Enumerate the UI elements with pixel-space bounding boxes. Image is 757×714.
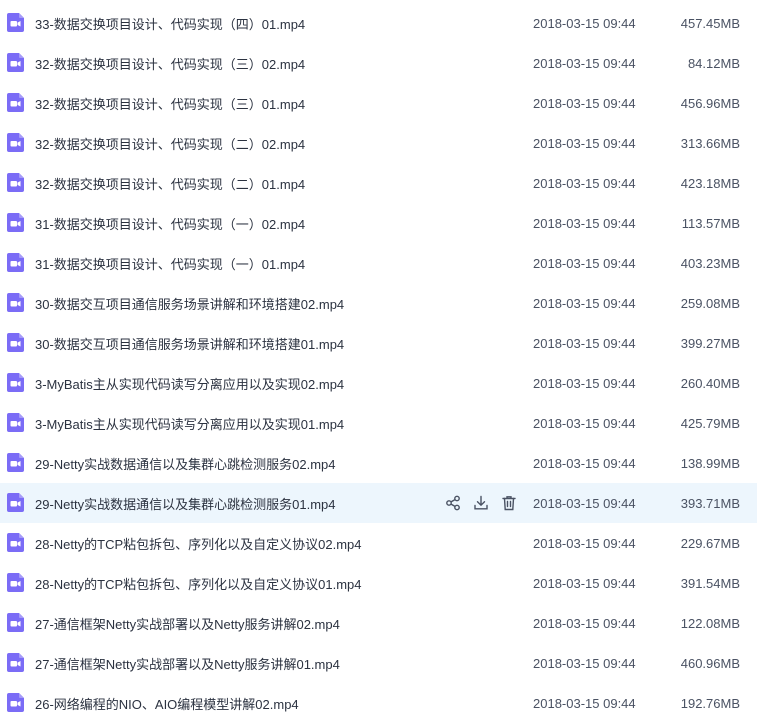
- file-row[interactable]: 28-Netty的TCP粘包拆包、序列化以及自定义协议01.mp4 2018-03…: [0, 563, 757, 603]
- video-file-icon: [7, 693, 24, 712]
- file-date: 2018-03-15 09:44: [533, 535, 636, 551]
- file-size: 259.08MB: [680, 295, 740, 311]
- file-date: 2018-03-15 09:44: [533, 615, 636, 631]
- file-name[interactable]: 31-数据交换项目设计、代码实现（一）01.mp4: [35, 254, 305, 273]
- file-list: 33-数据交换项目设计、代码实现（四）01.mp4 2018-03-15 09:4…: [0, 0, 757, 714]
- file-row[interactable]: 28-Netty的TCP粘包拆包、序列化以及自定义协议02.mp4 2018-03…: [0, 523, 757, 563]
- trash-icon: [500, 494, 518, 512]
- file-name[interactable]: 31-数据交换项目设计、代码实现（一）02.mp4: [35, 214, 305, 233]
- file-date: 2018-03-15 09:44: [533, 335, 636, 351]
- file-size: 423.18MB: [680, 175, 740, 191]
- file-name[interactable]: 3-MyBatis主从实现代码读写分离应用以及实现01.mp4: [35, 414, 344, 433]
- file-row[interactable]: 31-数据交换项目设计、代码实现（一）02.mp4 2018-03-15 09:4…: [0, 203, 757, 243]
- file-size: 425.79MB: [680, 415, 740, 431]
- video-file-icon: [7, 613, 24, 632]
- file-row[interactable]: 27-通信框架Netty实战部署以及Netty服务讲解02.mp4 2018-03…: [0, 603, 757, 643]
- file-size: 122.08MB: [680, 615, 740, 631]
- file-name[interactable]: 27-通信框架Netty实战部署以及Netty服务讲解01.mp4: [35, 654, 340, 673]
- video-file-icon: [7, 173, 24, 192]
- file-date: 2018-03-15 09:44: [533, 215, 636, 231]
- file-name[interactable]: 29-Netty实战数据通信以及集群心跳检测服务01.mp4: [35, 494, 336, 513]
- file-row[interactable]: 29-Netty实战数据通信以及集群心跳检测服务01.mp4 2018-03-15…: [0, 483, 757, 523]
- file-name[interactable]: 3-MyBatis主从实现代码读写分离应用以及实现02.mp4: [35, 374, 344, 393]
- file-size: 457.45MB: [680, 15, 740, 31]
- video-file-icon: [7, 293, 24, 312]
- file-row[interactable]: 32-数据交换项目设计、代码实现（三）02.mp4 2018-03-15 09:4…: [0, 43, 757, 83]
- file-size: 456.96MB: [680, 95, 740, 111]
- file-date: 2018-03-15 09:44: [533, 15, 636, 31]
- file-date: 2018-03-15 09:44: [533, 695, 636, 711]
- download-button[interactable]: [472, 494, 490, 512]
- video-file-icon: [7, 213, 24, 232]
- file-name[interactable]: 32-数据交换项目设计、代码实现（二）01.mp4: [35, 174, 305, 193]
- file-name[interactable]: 26-网络编程的NIO、AIO编程模型讲解02.mp4: [35, 694, 299, 713]
- file-name[interactable]: 29-Netty实战数据通信以及集群心跳检测服务02.mp4: [35, 454, 336, 473]
- video-file-icon: [7, 253, 24, 272]
- file-name[interactable]: 32-数据交换项目设计、代码实现（三）01.mp4: [35, 94, 305, 113]
- file-size: 138.99MB: [680, 455, 740, 471]
- file-date: 2018-03-15 09:44: [533, 295, 636, 311]
- file-row[interactable]: 33-数据交换项目设计、代码实现（四）01.mp4 2018-03-15 09:4…: [0, 3, 757, 43]
- file-date: 2018-03-15 09:44: [533, 455, 636, 471]
- file-name[interactable]: 33-数据交换项目设计、代码实现（四）01.mp4: [35, 14, 305, 33]
- file-size: 113.57MB: [681, 215, 740, 231]
- video-file-icon: [7, 453, 24, 472]
- file-size: 84.12MB: [687, 55, 740, 71]
- video-file-icon: [7, 93, 24, 112]
- file-row[interactable]: 31-数据交换项目设计、代码实现（一）01.mp4 2018-03-15 09:4…: [0, 243, 757, 283]
- file-size: 192.76MB: [680, 695, 740, 711]
- trash-button[interactable]: [500, 494, 518, 512]
- file-name[interactable]: 30-数据交互项目通信服务场景讲解和环境搭建01.mp4: [35, 334, 344, 353]
- file-date: 2018-03-15 09:44: [533, 375, 636, 391]
- video-file-icon: [7, 133, 24, 152]
- file-row[interactable]: 29-Netty实战数据通信以及集群心跳检测服务02.mp4 2018-03-15…: [0, 443, 757, 483]
- file-row[interactable]: 32-数据交换项目设计、代码实现（三）01.mp4 2018-03-15 09:4…: [0, 83, 757, 123]
- video-file-icon: [7, 413, 24, 432]
- file-size: 399.27MB: [680, 335, 740, 351]
- file-size: 393.71MB: [680, 495, 740, 511]
- share-icon: [444, 494, 462, 512]
- file-row[interactable]: 32-数据交换项目设计、代码实现（二）02.mp4 2018-03-15 09:4…: [0, 123, 757, 163]
- video-file-icon: [7, 13, 24, 32]
- video-file-icon: [7, 53, 24, 72]
- file-date: 2018-03-15 09:44: [533, 135, 636, 151]
- file-name[interactable]: 28-Netty的TCP粘包拆包、序列化以及自定义协议01.mp4: [35, 574, 362, 593]
- file-date: 2018-03-15 09:44: [533, 55, 636, 71]
- video-file-icon: [7, 333, 24, 352]
- file-name[interactable]: 28-Netty的TCP粘包拆包、序列化以及自定义协议02.mp4: [35, 534, 362, 553]
- file-date: 2018-03-15 09:44: [533, 575, 636, 591]
- file-size: 313.66MB: [680, 135, 740, 151]
- video-file-icon: [7, 493, 24, 512]
- file-size: 229.67MB: [680, 535, 740, 551]
- file-name[interactable]: 32-数据交换项目设计、代码实现（三）02.mp4: [35, 54, 305, 73]
- video-file-icon: [7, 653, 24, 672]
- file-row[interactable]: 3-MyBatis主从实现代码读写分离应用以及实现01.mp4 2018-03-1…: [0, 403, 757, 443]
- file-date: 2018-03-15 09:44: [533, 255, 636, 271]
- file-row[interactable]: 3-MyBatis主从实现代码读写分离应用以及实现02.mp4 2018-03-1…: [0, 363, 757, 403]
- file-date: 2018-03-15 09:44: [533, 415, 636, 431]
- file-row[interactable]: 27-通信框架Netty实战部署以及Netty服务讲解01.mp4 2018-03…: [0, 643, 757, 683]
- file-name[interactable]: 32-数据交换项目设计、代码实现（二）02.mp4: [35, 134, 305, 153]
- file-date: 2018-03-15 09:44: [533, 655, 636, 671]
- file-size: 391.54MB: [680, 575, 740, 591]
- video-file-icon: [7, 573, 24, 592]
- file-name[interactable]: 27-通信框架Netty实战部署以及Netty服务讲解02.mp4: [35, 614, 340, 633]
- share-button[interactable]: [444, 494, 462, 512]
- file-row[interactable]: 30-数据交互项目通信服务场景讲解和环境搭建01.mp4 2018-03-15 0…: [0, 323, 757, 363]
- row-actions: [444, 494, 518, 512]
- video-file-icon: [7, 373, 24, 392]
- file-row[interactable]: 30-数据交互项目通信服务场景讲解和环境搭建02.mp4 2018-03-15 0…: [0, 283, 757, 323]
- file-date: 2018-03-15 09:44: [533, 495, 636, 511]
- file-row[interactable]: 32-数据交换项目设计、代码实现（二）01.mp4 2018-03-15 09:4…: [0, 163, 757, 203]
- file-date: 2018-03-15 09:44: [533, 95, 636, 111]
- file-size: 403.23MB: [680, 255, 740, 271]
- file-size: 260.40MB: [680, 375, 740, 391]
- file-date: 2018-03-15 09:44: [533, 175, 636, 191]
- download-icon: [472, 494, 490, 512]
- file-name[interactable]: 30-数据交互项目通信服务场景讲解和环境搭建02.mp4: [35, 294, 344, 313]
- file-row[interactable]: 26-网络编程的NIO、AIO编程模型讲解02.mp4 2018-03-15 09…: [0, 683, 757, 714]
- video-file-icon: [7, 533, 24, 552]
- file-size: 460.96MB: [680, 655, 740, 671]
